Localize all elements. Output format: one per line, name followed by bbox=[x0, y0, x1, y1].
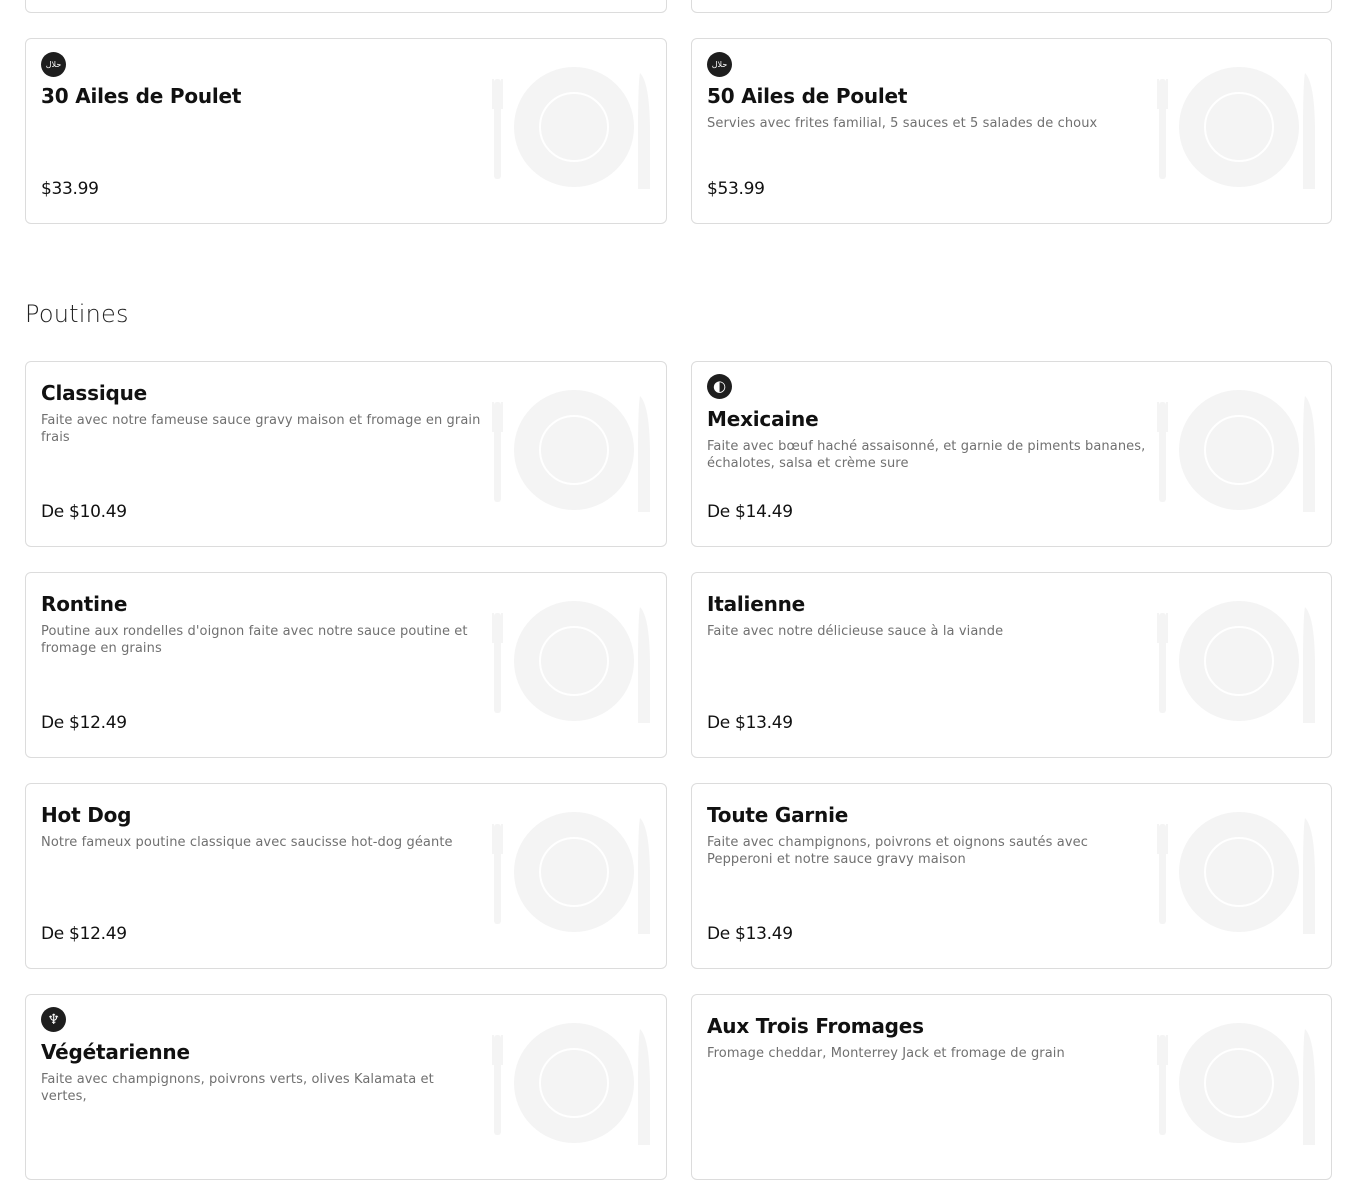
menu-item-card[interactable]: Toute Garnie Faite avec champignons, poi… bbox=[691, 783, 1332, 969]
menu-item-price: $33.99 bbox=[41, 179, 99, 199]
halal-icon: حلال bbox=[707, 52, 732, 77]
menu-item-price: De $12.49 bbox=[41, 924, 127, 944]
menu-item-card-partial[interactable] bbox=[25, 0, 667, 13]
plate-placeholder-icon bbox=[1157, 1023, 1315, 1145]
menu-item-title: Rontine bbox=[41, 592, 128, 616]
menu-item-price: De $14.49 bbox=[707, 502, 793, 522]
halal-icon-label: حلال bbox=[711, 59, 728, 69]
menu-item-card[interactable]: ♆ Végétarienne Faite avec champignons, p… bbox=[25, 994, 667, 1180]
section-title: Poutines bbox=[25, 300, 129, 328]
vegetarian-icon: ♆ bbox=[41, 1007, 66, 1032]
menu-item-description: Faite avec notre fameuse sauce gravy mai… bbox=[41, 413, 481, 445]
menu-item-card[interactable]: حلال 30 Ailes de Poulet $33.99 bbox=[25, 38, 667, 224]
spicy-icon: ◐ bbox=[707, 374, 732, 399]
menu-item-description: Faite avec champignons, poivrons verts, … bbox=[41, 1072, 434, 1104]
menu-item-card[interactable]: حلال 50 Ailes de Poulet Servies avec fri… bbox=[691, 38, 1332, 224]
menu-item-description: Poutine aux rondelles d'oignon faite ave… bbox=[41, 624, 468, 656]
menu-item-title: Mexicaine bbox=[707, 407, 819, 431]
menu-item-description: Faite avec notre délicieuse sauce à la v… bbox=[707, 624, 1004, 639]
menu-item-title: Italienne bbox=[707, 592, 806, 616]
menu-item-price: De $10.49 bbox=[41, 502, 127, 522]
menu-item-description: Fromage cheddar, Monterrey Jack et froma… bbox=[707, 1046, 1065, 1061]
menu-item-title: Hot Dog bbox=[41, 803, 132, 827]
menu-item-title: Toute Garnie bbox=[707, 803, 849, 827]
plate-placeholder-icon bbox=[1157, 812, 1315, 934]
menu-item-card[interactable]: Aux Trois Fromages Fromage cheddar, Mont… bbox=[691, 994, 1332, 1180]
menu-item-price: De $12.49 bbox=[41, 713, 127, 733]
menu-item-price: De $13.49 bbox=[707, 924, 793, 944]
plate-placeholder-icon bbox=[1157, 390, 1315, 512]
plate-placeholder-icon bbox=[492, 67, 650, 189]
plate-placeholder-icon bbox=[1157, 601, 1315, 723]
menu-item-card[interactable]: Classique Faite avec notre fameuse sauce… bbox=[25, 361, 667, 547]
plate-placeholder-icon bbox=[492, 812, 650, 934]
menu-item-card[interactable]: Hot Dog Notre fameux poutine classique a… bbox=[25, 783, 667, 969]
menu-item-card[interactable]: Italienne Faite avec notre délicieuse sa… bbox=[691, 572, 1332, 758]
menu-item-title: Classique bbox=[41, 381, 148, 405]
vegetarian-icon-glyph: ♆ bbox=[47, 1011, 60, 1028]
menu-item-description: Faite avec champignons, poivrons et oign… bbox=[707, 835, 1088, 867]
menu-item-card[interactable]: Rontine Poutine aux rondelles d'oignon f… bbox=[25, 572, 667, 758]
spicy-icon-glyph: ◐ bbox=[712, 377, 727, 395]
plate-placeholder-icon bbox=[492, 601, 650, 723]
menu-item-title: 30 Ailes de Poulet bbox=[41, 84, 242, 108]
menu-item-title: Végétarienne bbox=[41, 1040, 190, 1064]
menu-item-card[interactable]: ◐ Mexicaine Faite avec bœuf haché assais… bbox=[691, 361, 1332, 547]
plate-placeholder-icon bbox=[492, 1023, 650, 1145]
halal-icon-label: حلال bbox=[45, 59, 62, 69]
halal-icon: حلال bbox=[41, 52, 66, 77]
menu-item-title: Aux Trois Fromages bbox=[707, 1014, 924, 1038]
menu-item-card-partial[interactable] bbox=[691, 0, 1332, 13]
menu-item-description: Faite avec bœuf haché assaisonné, et gar… bbox=[707, 439, 1146, 471]
menu-item-description: Notre fameux poutine classique avec sauc… bbox=[41, 835, 453, 850]
plate-placeholder-icon bbox=[1157, 67, 1315, 189]
menu-item-price: $53.99 bbox=[707, 179, 765, 199]
menu-item-description: Servies avec frites familial, 5 sauces e… bbox=[707, 116, 1098, 131]
plate-placeholder-icon bbox=[492, 390, 650, 512]
menu-item-price: De $13.49 bbox=[707, 713, 793, 733]
menu-item-title: 50 Ailes de Poulet bbox=[707, 84, 908, 108]
